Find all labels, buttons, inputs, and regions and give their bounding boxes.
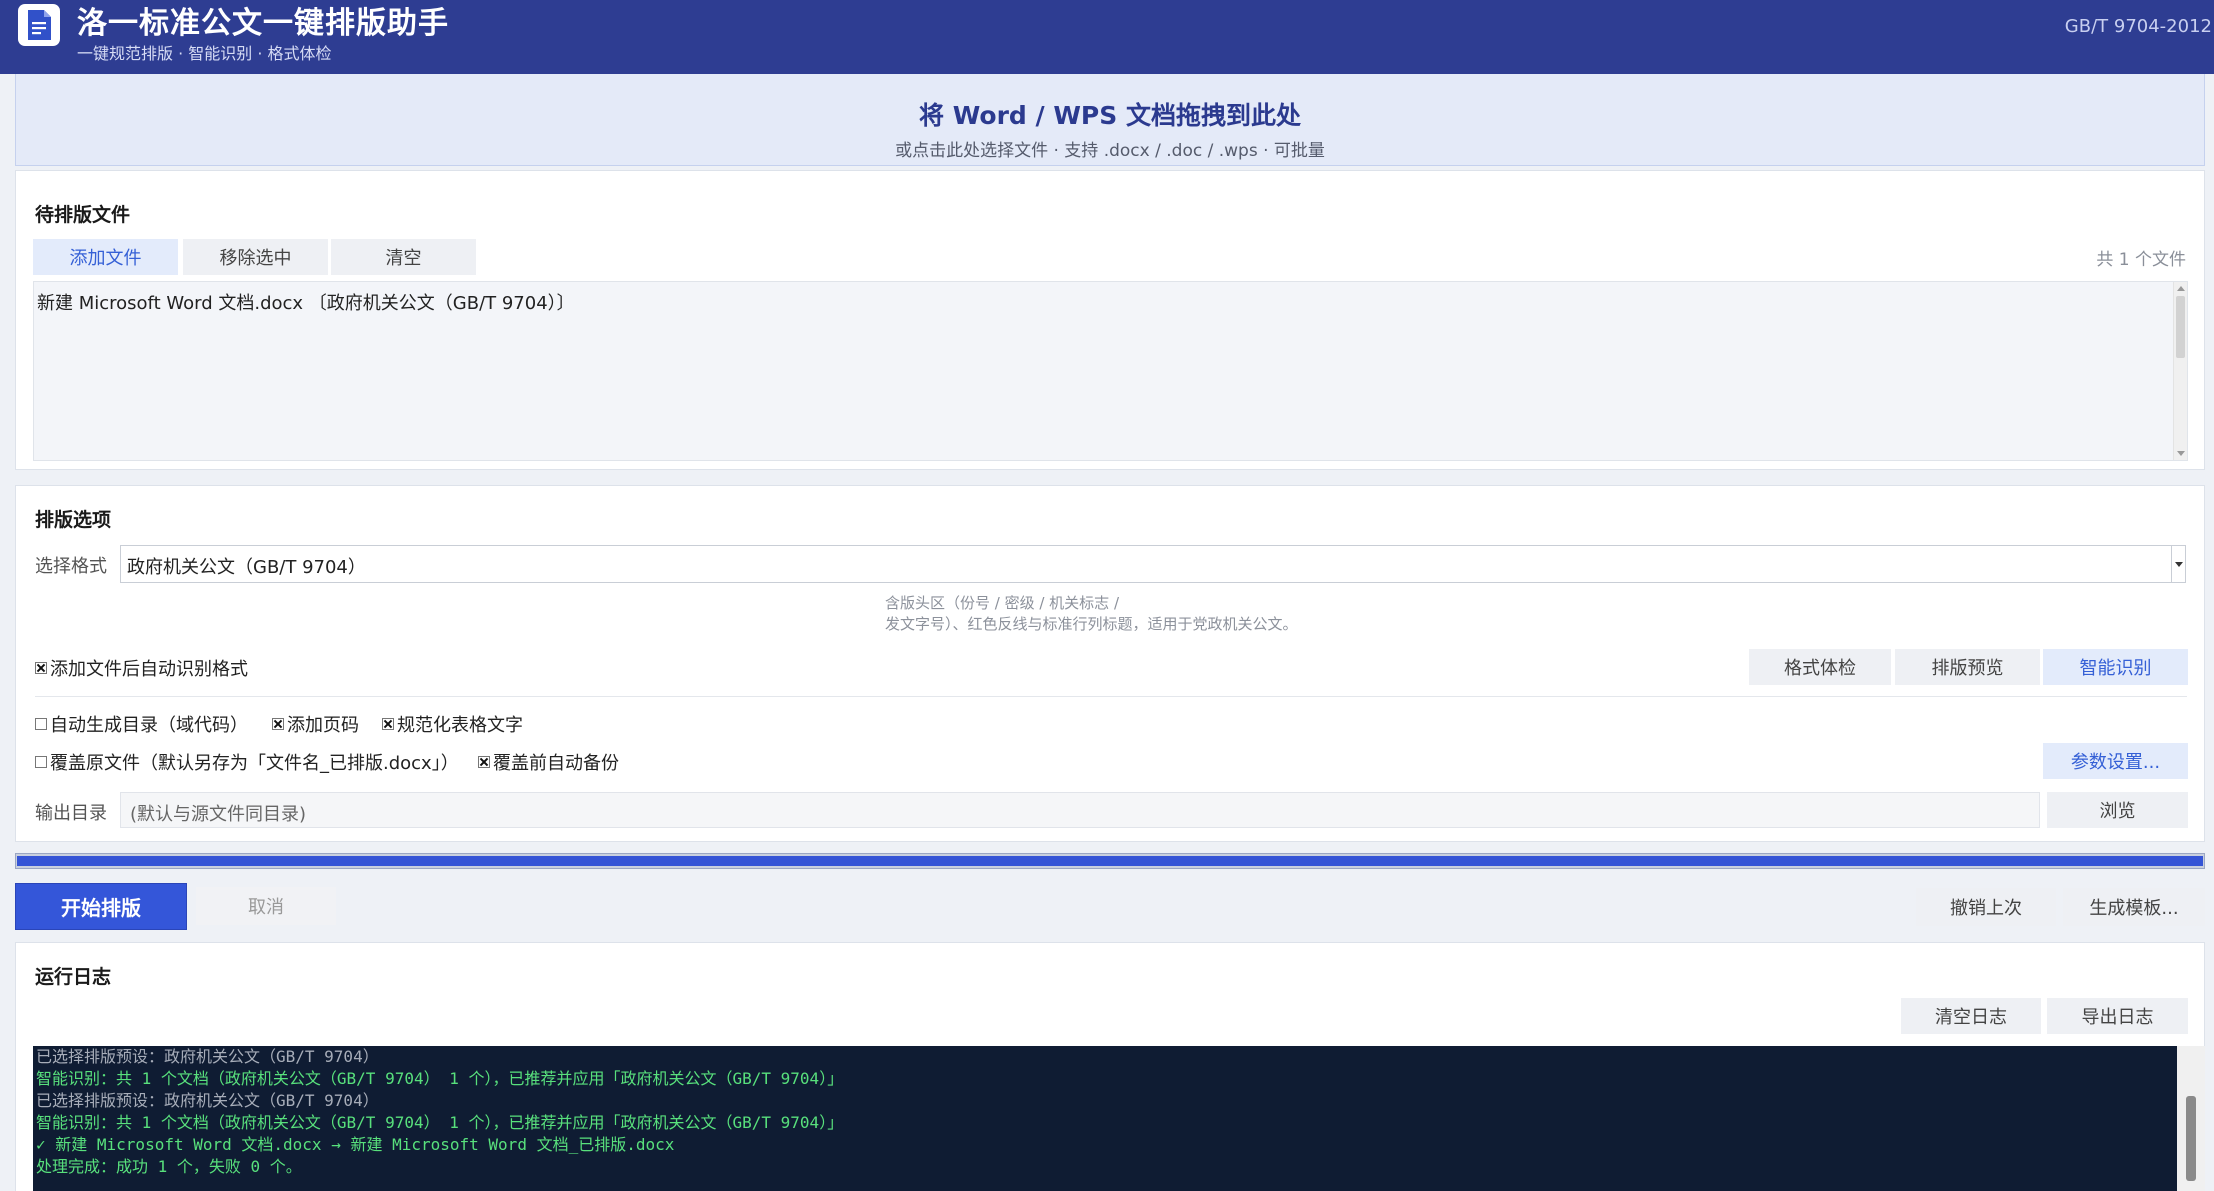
format-description: 含版头区（份号 / 密级 / 机关标志 / 发文字号）、红色反线与标准行列标题，… xyxy=(885,593,1298,635)
format-check-button[interactable]: 格式体检 xyxy=(1749,649,1891,685)
scrollbar-thumb[interactable] xyxy=(2176,296,2185,358)
auto-detect-label: 添加文件后自动识别格式 xyxy=(50,659,248,680)
checkbox-checked-icon[interactable] xyxy=(272,718,284,730)
page-number-label: 添加页码 xyxy=(287,715,359,736)
checkbox-unchecked-icon[interactable] xyxy=(35,718,47,730)
app-header: 洛一标准公文一键排版助手 一键规范排版 · 智能识别 · 格式体检 GB/T 9… xyxy=(0,0,2214,74)
smart-detect-button[interactable]: 智能识别 xyxy=(2043,649,2188,685)
file-drop-zone[interactable]: 将 Word / WPS 文档拖拽到此处 或点击此处选择文件 · 支持 .doc… xyxy=(15,74,2205,166)
table-text-checkbox[interactable]: 规范化表格文字 xyxy=(382,711,523,737)
log-line: 智能识别：共 1 个文档（政府机关公文（GB/T 9704） 1 个），已推荐并… xyxy=(36,1069,844,1088)
log-console[interactable]: 已选择排版预设：政府机关公文（GB/T 9704） 智能识别：共 1 个文档（政府… xyxy=(33,1046,2205,1191)
log-line: ✓ 新建 Microsoft Word 文档.docx → 新建 Microso… xyxy=(36,1135,675,1154)
params-settings-button[interactable]: 参数设置... xyxy=(2043,743,2188,779)
options-divider xyxy=(35,696,2187,697)
generate-template-button[interactable]: 生成模板... xyxy=(2063,888,2205,926)
add-file-button[interactable]: 添加文件 xyxy=(33,239,178,275)
table-text-label: 规范化表格文字 xyxy=(397,715,523,736)
checkbox-checked-icon[interactable] xyxy=(478,756,490,768)
toc-checkbox[interactable]: 自动生成目录（域代码） xyxy=(35,711,248,737)
clear-log-button[interactable]: 清空日志 xyxy=(1901,998,2041,1034)
auto-detect-checkbox[interactable]: 添加文件后自动识别格式 xyxy=(35,655,248,681)
pending-files-title: 待排版文件 xyxy=(35,204,131,226)
layout-preview-button[interactable]: 排版预览 xyxy=(1895,649,2040,685)
list-item[interactable]: 新建 Microsoft Word 文档.docx 〔政府机关公文（GB/T 9… xyxy=(37,289,575,315)
overwrite-checkbox[interactable]: 覆盖原文件（默认另存为「文件名_已排版.docx」） xyxy=(35,749,459,775)
log-line: 已选择排版预设：政府机关公文（GB/T 9704） xyxy=(36,1091,379,1110)
standard-label: GB/T 9704-2012 xyxy=(2064,16,2212,37)
document-icon xyxy=(18,4,60,46)
backup-checkbox[interactable]: 覆盖前自动备份 xyxy=(478,749,619,775)
format-select[interactable]: 政府机关公文（GB/T 9704） xyxy=(120,545,2186,583)
undo-last-button[interactable]: 撤销上次 xyxy=(1916,888,2056,926)
remove-selected-button[interactable]: 移除选中 xyxy=(183,239,328,275)
toc-label: 自动生成目录（域代码） xyxy=(50,715,248,736)
log-scrollbar[interactable] xyxy=(2177,1046,2205,1191)
chevron-down-icon[interactable] xyxy=(2171,546,2185,582)
cancel-button[interactable]: 取消 xyxy=(196,887,336,925)
layout-options-panel: 排版选项 选择格式 政府机关公文（GB/T 9704） 含版头区（份号 / 密级… xyxy=(15,485,2205,842)
file-list[interactable]: 新建 Microsoft Word 文档.docx 〔政府机关公文（GB/T 9… xyxy=(33,281,2188,461)
log-line: 处理完成：成功 1 个，失败 0 个。 xyxy=(36,1157,302,1176)
start-layout-button[interactable]: 开始排版 xyxy=(15,883,187,930)
run-log-panel: 运行日志 清空日志 导出日志 已选择排版预设：政府机关公文（GB/T 9704）… xyxy=(15,942,2205,1191)
checkbox-checked-icon[interactable] xyxy=(382,718,394,730)
overwrite-label: 覆盖原文件（默认另存为「文件名_已排版.docx」） xyxy=(50,753,459,774)
output-dir-label: 输出目录 xyxy=(35,803,107,824)
drop-zone-hint: 或点击此处选择文件 · 支持 .docx / .doc / .wps · 可批量 xyxy=(895,141,1325,161)
scroll-up-icon[interactable] xyxy=(2177,286,2185,291)
format-description-line-2: 发文字号）、红色反线与标准行列标题，适用于党政机关公文。 xyxy=(885,615,1298,633)
output-dir-field[interactable]: (默认与源文件同目录) xyxy=(120,792,2040,828)
scrollbar-thumb[interactable] xyxy=(2186,1096,2196,1181)
progress-bar xyxy=(15,853,2205,869)
app-subtitle: 一键规范排版 · 智能识别 · 格式体检 xyxy=(77,44,332,63)
output-dir-placeholder: (默认与源文件同目录) xyxy=(130,804,307,825)
layout-options-title: 排版选项 xyxy=(35,509,112,531)
log-line: 已选择排版预设：政府机关公文（GB/T 9704） xyxy=(36,1047,379,1066)
page-number-checkbox[interactable]: 添加页码 xyxy=(272,711,359,737)
export-log-button[interactable]: 导出日志 xyxy=(2047,998,2188,1034)
run-log-title: 运行日志 xyxy=(35,966,112,988)
browse-button[interactable]: 浏览 xyxy=(2047,792,2188,828)
format-description-line-1: 含版头区（份号 / 密级 / 机关标志 / xyxy=(885,594,1120,612)
file-count: 共 1 个文件 xyxy=(2096,250,2186,270)
pending-files-panel: 待排版文件 添加文件 移除选中 清空 共 1 个文件 新建 Microsoft … xyxy=(15,170,2205,470)
scroll-down-icon[interactable] xyxy=(2177,451,2185,456)
app-title: 洛一标准公文一键排版助手 xyxy=(77,6,449,41)
backup-label: 覆盖前自动备份 xyxy=(493,753,619,774)
clear-files-button[interactable]: 清空 xyxy=(331,239,476,275)
format-label: 选择格式 xyxy=(35,556,107,577)
progress-fill xyxy=(17,856,2203,866)
format-select-value: 政府机关公文（GB/T 9704） xyxy=(127,557,366,578)
checkbox-checked-icon[interactable] xyxy=(35,662,47,674)
file-list-scrollbar[interactable] xyxy=(2173,282,2187,460)
checkbox-unchecked-icon[interactable] xyxy=(35,756,47,768)
log-line: 智能识别：共 1 个文档（政府机关公文（GB/T 9704） 1 个），已推荐并… xyxy=(36,1113,844,1132)
drop-zone-title: 将 Word / WPS 文档拖拽到此处 xyxy=(919,101,1301,130)
